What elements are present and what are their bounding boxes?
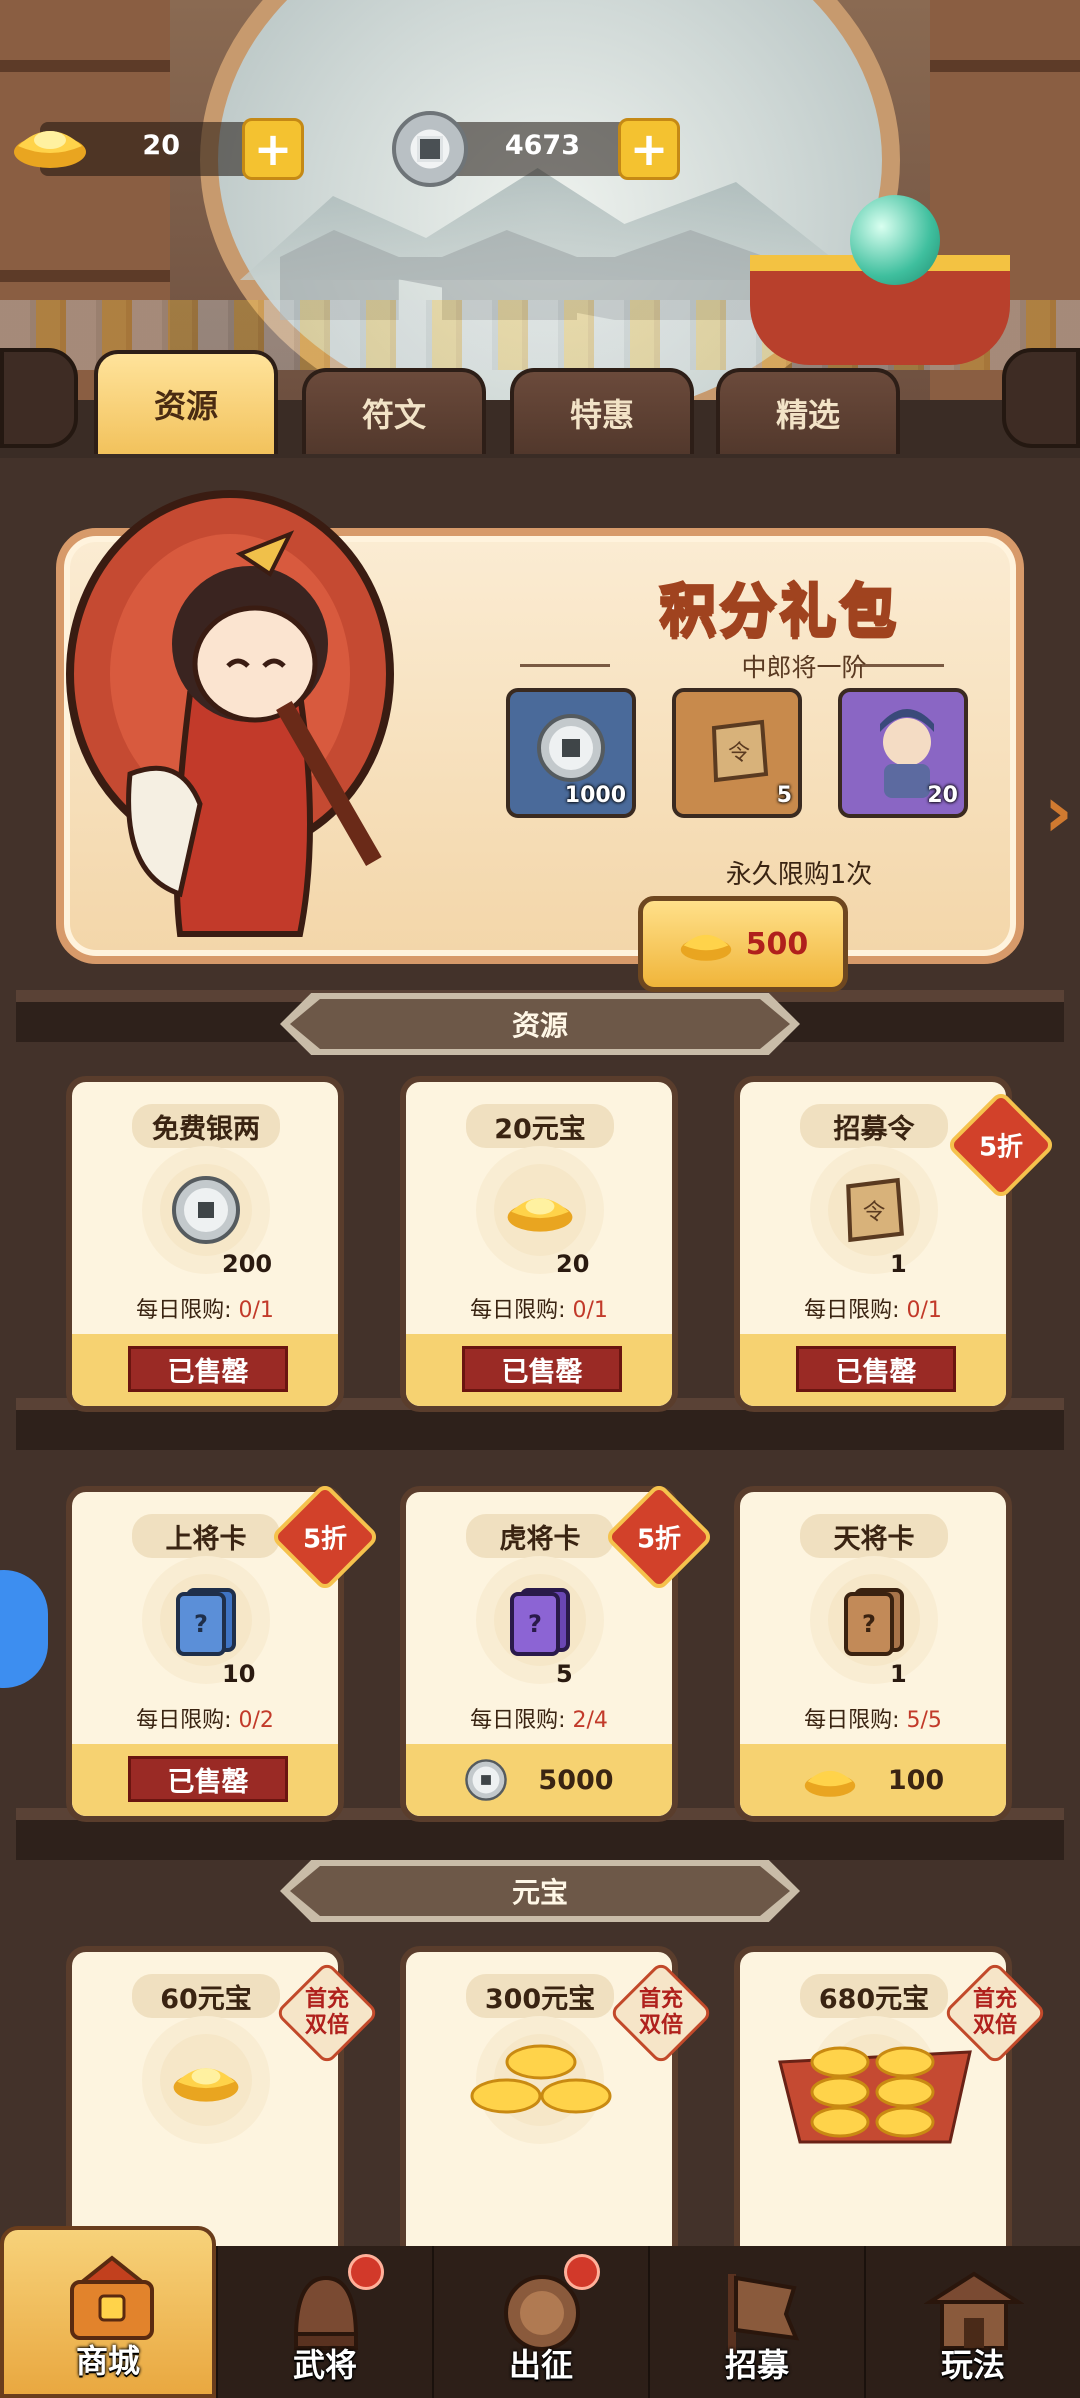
svg-text:令: 令: [728, 741, 750, 766]
shop-banner-scene: [0, 0, 1080, 400]
nav-generals[interactable]: 武将: [216, 2246, 432, 2398]
nav-gameplay[interactable]: 玩法: [864, 2246, 1080, 2398]
tab-specials[interactable]: 特惠: [510, 368, 694, 454]
shelf-plank: [930, 60, 1080, 72]
divider: [520, 664, 610, 667]
sold-out-label: 已售罄: [462, 1346, 622, 1392]
reward-general[interactable]: 20: [838, 688, 968, 818]
reward-silver[interactable]: 1000: [506, 688, 636, 818]
card-title: 300元宝: [466, 1974, 614, 2018]
gold-ingot-icon: [804, 1770, 856, 1797]
shelf-board: [16, 1820, 1064, 1860]
gold-ingot-icon: [680, 934, 731, 961]
item-count: 20: [556, 1250, 590, 1278]
card-title: 上将卡: [132, 1514, 280, 1558]
card-title: 免费银两: [132, 1104, 280, 1148]
card-title: 虎将卡: [466, 1514, 614, 1558]
chevron-right-icon[interactable]: ›: [1044, 772, 1080, 852]
recruit-token-icon: 令: [846, 1177, 904, 1243]
sold-out-label: 已售罄: [796, 1346, 956, 1392]
daily-limit: 每日限购: 0/1: [804, 1298, 942, 1323]
sold-out-label: 已售罄: [128, 1346, 288, 1392]
notification-dot: [564, 2254, 600, 2290]
gold-amount: 20: [142, 130, 180, 161]
svg-text:?: ?: [194, 1610, 208, 1638]
svg-text:令: 令: [863, 1199, 886, 1225]
price: 5000: [538, 1764, 614, 1796]
gold-ingot-icon: [173, 2068, 239, 2102]
plus-icon: +: [629, 122, 669, 176]
nav-recruit[interactable]: 招募: [648, 2246, 864, 2398]
card-title: 60元宝: [132, 1974, 280, 2018]
section-header-resources: 资源: [280, 993, 800, 1055]
card-title: 20元宝: [466, 1104, 614, 1148]
item-count: 10: [222, 1660, 256, 1688]
gift-price: 500: [745, 926, 809, 962]
shelf-plank: [0, 60, 170, 72]
card-title: 招募令: [800, 1104, 948, 1148]
add-silver-button[interactable]: +: [618, 118, 680, 180]
card-title: 680元宝: [800, 1974, 948, 2018]
gold-ingot-icon: [14, 131, 86, 168]
shop-card-heaven-card[interactable]: 天将卡 ? 1 每日限购: 5/5 100: [734, 1486, 1012, 1822]
card-title: 天将卡: [800, 1514, 948, 1558]
silver-coin-icon: [172, 1176, 240, 1244]
silver-coin-icon: [537, 714, 605, 782]
item-count: 1: [890, 1250, 907, 1278]
plus-icon: +: [253, 122, 293, 176]
purple-card-icon: ?: [510, 1588, 570, 1656]
reward-qty: 20: [927, 783, 958, 808]
daily-limit: 每日限购: 2/4: [470, 1708, 608, 1733]
silver-coin-icon: [465, 1759, 508, 1801]
daily-limit: 每日限购: 5/5: [804, 1708, 942, 1733]
section-header-yuanbao: 元宝: [280, 1860, 800, 1922]
tab-resources[interactable]: 资源: [94, 350, 278, 454]
bronze-card-icon: ?: [844, 1588, 904, 1656]
item-count: 1: [890, 1660, 907, 1688]
gold-ingot-icon: [507, 1198, 573, 1232]
reward-qty: 5: [776, 783, 792, 808]
svg-text:?: ?: [862, 1610, 876, 1638]
buy-button[interactable]: 100: [740, 1744, 1006, 1816]
buy-gift-button[interactable]: 500: [638, 896, 848, 992]
shop-card-20-yuanbao[interactable]: 20元宝 20 每日限购: 0/1 已售罄: [400, 1076, 678, 1412]
reward-recruit-token[interactable]: 令 5: [672, 688, 802, 818]
item-count: 5: [556, 1660, 573, 1688]
buy-button[interactable]: 5000: [406, 1744, 672, 1816]
gold-ingot-tray-icon: [778, 2046, 972, 2144]
shelf-plank: [0, 270, 170, 282]
gold-ingot-pile-icon: [470, 2044, 612, 2114]
nav-expedition[interactable]: 出征: [432, 2246, 648, 2398]
gift-rank: 中郎将一阶: [741, 653, 867, 682]
shop-tabs: 资源 符文 特惠 精选: [0, 350, 1080, 460]
svg-text:?: ?: [528, 1610, 542, 1638]
daily-limit: 每日限购: 0/1: [470, 1298, 608, 1323]
tab-featured[interactable]: 精选: [716, 368, 900, 454]
gift-title: 积分礼包: [659, 578, 900, 646]
gold-currency: 20 +: [0, 118, 320, 180]
silver-amount: 4673: [504, 130, 580, 161]
item-count: 200: [222, 1250, 273, 1278]
silver-currency: 4673 +: [380, 111, 700, 187]
daily-limit: 每日限购: 0/1: [136, 1298, 274, 1323]
blue-card-icon: ?: [176, 1588, 236, 1656]
bottom-nav: 商城 武将 出征 招募 玩法: [0, 2226, 1080, 2398]
shop-panel: 积分礼包 中郎将一阶 1000 令 5 20 › 永久限购1次 500 资源 元…: [0, 458, 1080, 2266]
add-gold-button[interactable]: +: [242, 118, 304, 180]
nav-shop[interactable]: 商城: [0, 2226, 216, 2398]
gift-limit: 永久限购1次: [725, 860, 873, 890]
shop-card-free-silver[interactable]: 免费银两 200 每日限购: 0/1 已售罄: [66, 1076, 344, 1412]
notification-dot: [348, 2254, 384, 2290]
price: 100: [887, 1764, 945, 1796]
reward-qty: 1000: [564, 783, 626, 808]
female-character-illustration: [66, 490, 394, 937]
tab-runes[interactable]: 符文: [302, 368, 486, 454]
recruit-token-icon: 令: [711, 719, 769, 783]
treasure-chest-icon: [70, 2255, 154, 2340]
jade-orb-decoration: [850, 195, 940, 285]
daily-limit: 每日限购: 0/2: [136, 1708, 274, 1733]
sold-out-label: 已售罄: [128, 1756, 288, 1802]
shelf-board: [16, 1410, 1064, 1450]
silver-coin-icon: [392, 111, 468, 187]
